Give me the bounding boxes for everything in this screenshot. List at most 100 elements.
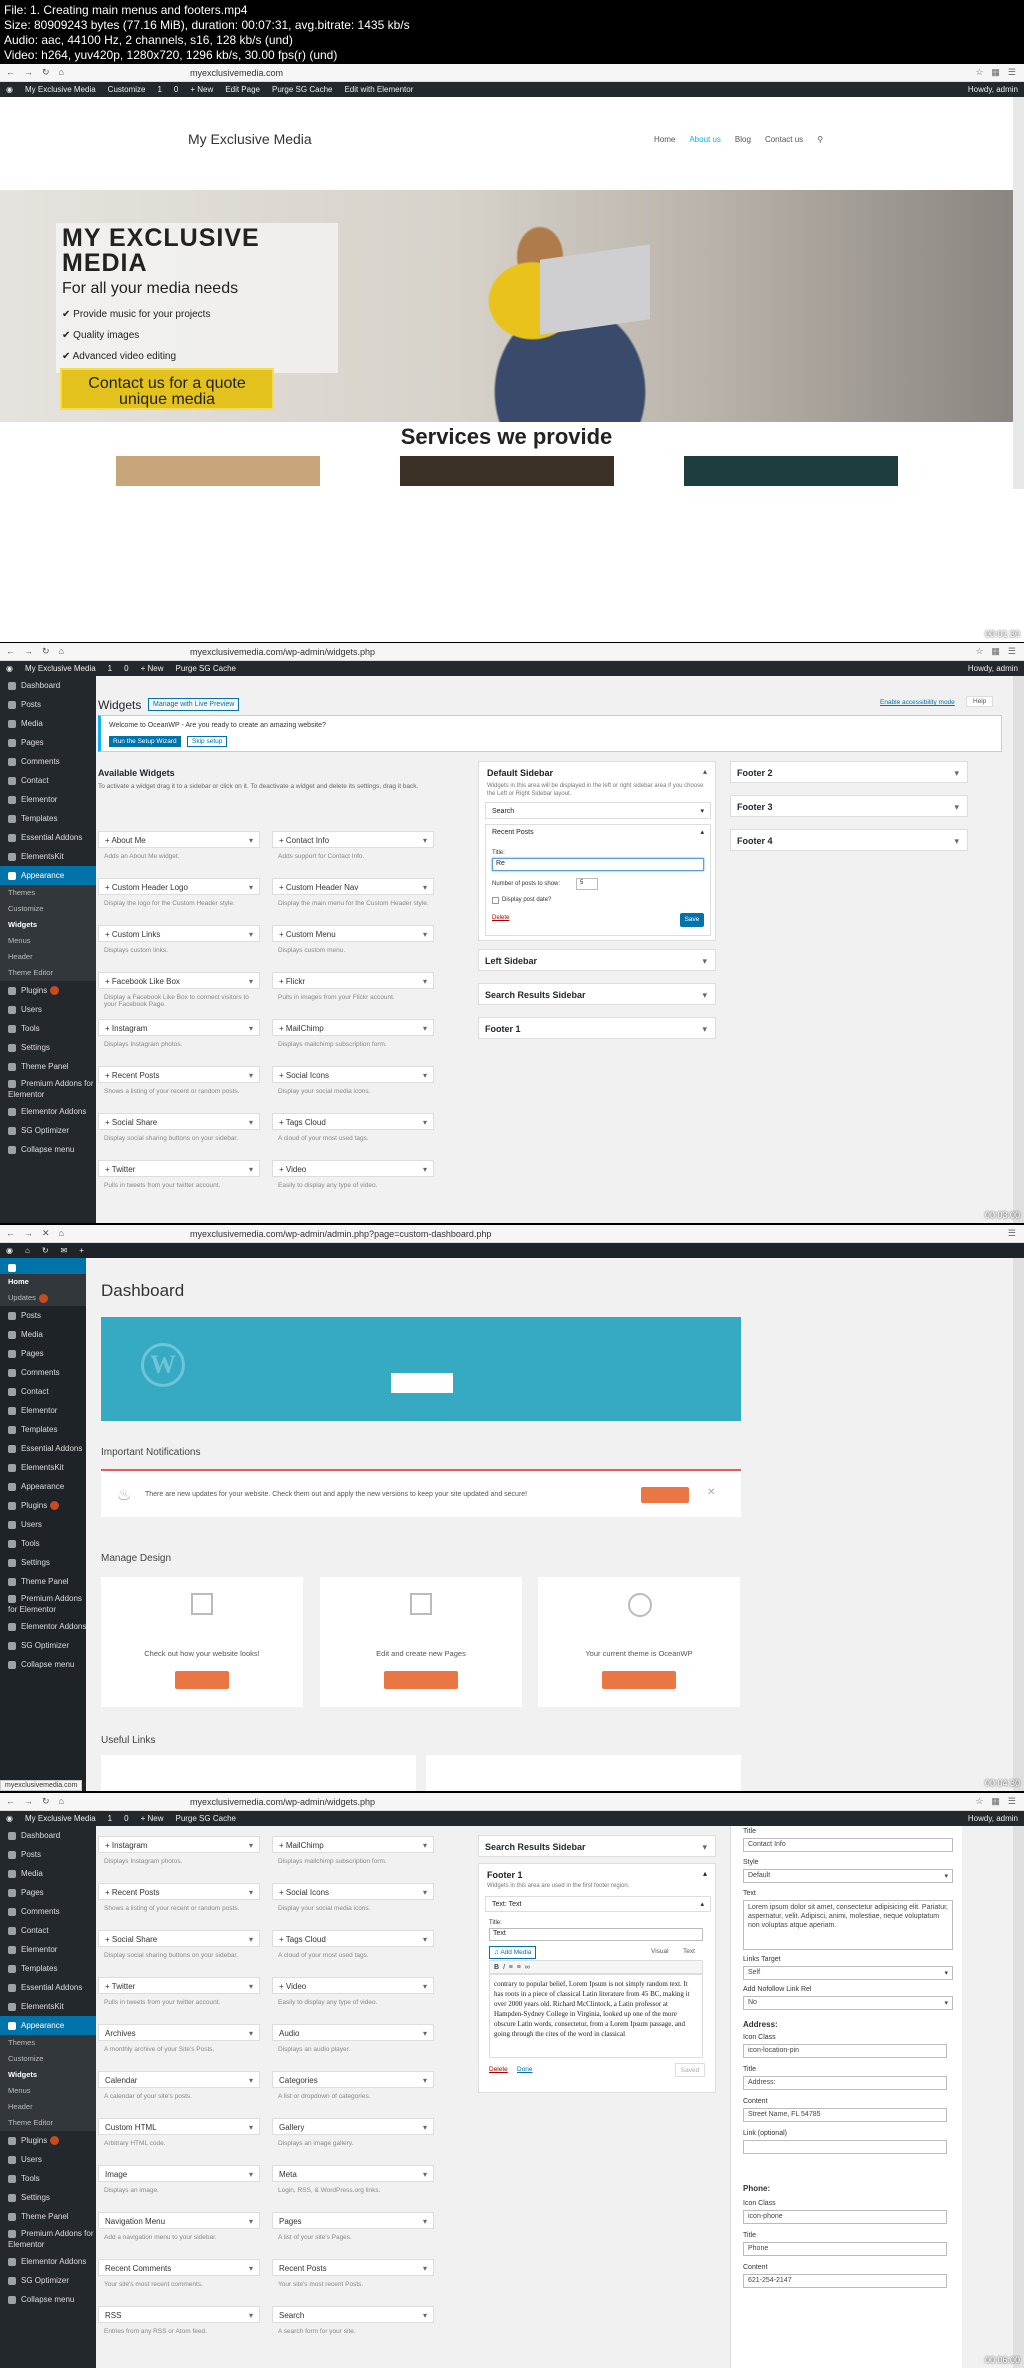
widget-item[interactable]: Recent Posts (272, 2259, 434, 2277)
url-bar[interactable]: myexclusivemedia.com (190, 68, 283, 78)
sidebar-item-theme-panel[interactable]: Theme Panel (0, 1057, 96, 1076)
left-sidebar-box[interactable]: Left Sidebar (478, 949, 716, 972)
sidebar-item-comments[interactable]: Comments (0, 1902, 96, 1921)
link-icon[interactable]: ∞ (525, 1964, 530, 1971)
adminbar-item[interactable]: 1 (157, 85, 161, 94)
sidebar-item-plugins[interactable]: Plugins (0, 1496, 86, 1515)
submenu-theme-editor[interactable]: Theme Editor (0, 965, 96, 981)
title-input[interactable]: Contact Info (743, 1838, 953, 1852)
sidebar-item-tools[interactable]: Tools (0, 2169, 96, 2188)
howdy-user[interactable]: Howdy, admin (968, 85, 1018, 94)
adminbar-item[interactable]: My Exclusive Media (25, 85, 96, 94)
date-checkbox[interactable] (492, 897, 499, 904)
sidebar-item-dashboard[interactable]: Dashboard (0, 676, 96, 695)
widget-item[interactable]: Navigation Menu (98, 2212, 260, 2230)
widget-item[interactable]: Gallery (272, 2118, 434, 2136)
save-button[interactable]: Save (680, 913, 704, 927)
adminbar-item[interactable]: Edit with Elementor (344, 85, 413, 94)
widget-item[interactable]: Audio (272, 2024, 434, 2042)
sidebar-item-posts[interactable]: Posts (0, 1306, 86, 1325)
widget-item[interactable]: Categories (272, 2071, 434, 2089)
back-icon[interactable]: ← (6, 646, 15, 657)
search-results-sidebar-box[interactable]: Search Results Sidebar (478, 1835, 716, 1858)
footer1-title[interactable]: Footer 1 (487, 1870, 523, 1880)
skip-setup-button[interactable]: Skip setup (187, 736, 228, 747)
hero-cta-button[interactable]: Contact us for a quote unique media (60, 368, 274, 410)
stop-icon[interactable]: ✕ (42, 1228, 50, 1239)
widget-item[interactable]: + Contact Info (272, 831, 434, 849)
home-icon[interactable]: ⌂ (25, 1246, 30, 1255)
sidebar-item-users[interactable]: Users (0, 1515, 86, 1534)
widget-search[interactable]: Search ▾ (485, 802, 711, 819)
adminbar-item[interactable]: 0 (174, 85, 178, 94)
manage-live-preview-button[interactable]: Manage with Live Preview (148, 698, 240, 711)
sidebar-item-essential-addons[interactable]: Essential Addons (0, 1439, 86, 1458)
widget-item[interactable]: Calendar (98, 2071, 260, 2089)
address-link-input[interactable] (743, 2140, 947, 2154)
submenu-header[interactable]: Header (0, 949, 96, 965)
adminbar-item[interactable]: 1 (108, 1814, 112, 1823)
widget-item[interactable]: + Custom Header Logo (98, 878, 260, 896)
scrollbar[interactable] (1013, 676, 1024, 1223)
sidebar-item-plugins[interactable]: Plugins (0, 2131, 96, 2150)
widget-item[interactable]: + Custom Links (98, 925, 260, 943)
wp-logo-icon[interactable]: ◉ (6, 1246, 13, 1255)
widget-item[interactable]: Recent Comments (98, 2259, 260, 2277)
home-icon[interactable]: ⌂ (59, 646, 64, 657)
widget-item[interactable]: Pages (272, 2212, 434, 2230)
adminbar-item[interactable]: Purge SG Cache (175, 664, 235, 673)
adminbar-item[interactable]: 0 (124, 664, 128, 673)
adminbar-item[interactable]: Customize (108, 85, 146, 94)
address-content-input[interactable]: Street Name, FL 54785 (743, 2108, 947, 2122)
sidebar-item-contact[interactable]: Contact (0, 1382, 86, 1401)
sidebar-item-essential-addons[interactable]: Essential Addons (0, 1978, 96, 1997)
address-title-input[interactable]: Address: (743, 2076, 947, 2090)
search-results-sidebar-box[interactable]: Search Results Sidebar (478, 983, 716, 1006)
widget-item[interactable]: + MailChimp (272, 1836, 434, 1854)
sidebar-item-posts[interactable]: Posts (0, 1845, 96, 1864)
address-icon-input[interactable]: icon-location-pin (743, 2044, 947, 2058)
text-textarea[interactable]: Lorem ipsum dolor sit amet, consectetur … (743, 1900, 953, 1950)
submenu-header[interactable]: Header (0, 2099, 96, 2115)
sidebar-item-sg-optimizer[interactable]: SG Optimizer (0, 2271, 96, 2290)
widget-item[interactable]: + MailChimp (272, 1019, 434, 1037)
widget-item[interactable]: Archives (98, 2024, 260, 2042)
widget-item[interactable]: + Recent Posts (98, 1066, 260, 1084)
howdy-user[interactable]: Howdy, admin (968, 664, 1018, 673)
title-input[interactable]: Re (492, 858, 704, 871)
collapse-menu[interactable]: Collapse menu (0, 1655, 86, 1674)
howdy-user[interactable]: Howdy, admin (968, 1814, 1018, 1823)
submenu-menus[interactable]: Menus (0, 933, 96, 949)
forward-icon[interactable]: → (24, 1228, 33, 1239)
scrollbar[interactable] (1013, 97, 1024, 489)
bookmark-icon[interactable]: ☆ (975, 646, 983, 657)
widget-item[interactable]: + Custom Menu (272, 925, 434, 943)
links-target-select[interactable]: Self ▾ (743, 1966, 953, 1980)
sidebar-item-tools[interactable]: Tools (0, 1534, 86, 1553)
sidebar-item-media[interactable]: Media (0, 1864, 96, 1883)
menu-icon[interactable]: ☰ (1008, 646, 1016, 657)
widget-item[interactable]: + Instagram (98, 1836, 260, 1854)
submenu-themes[interactable]: Themes (0, 885, 96, 901)
sidebar-item-elementor-addons[interactable]: Elementor Addons (0, 1617, 86, 1636)
sidebar-item-users[interactable]: Users (0, 2150, 96, 2169)
editor-body[interactable]: contrary to popular belief, Lorem Ipsum … (489, 1974, 703, 2058)
text-widget-header[interactable]: Text: Text ▴ (485, 1896, 711, 1912)
sidebar-item-appearance[interactable]: Appearance (0, 866, 96, 885)
sidebar-item-premium-addons[interactable]: Premium Addons for Elementor (0, 1591, 86, 1617)
add-media-button[interactable]: ♫ Add Media (489, 1946, 537, 1959)
sidebar-item-settings[interactable]: Settings (0, 1038, 96, 1057)
sidebar-item-theme-panel[interactable]: Theme Panel (0, 2207, 96, 2226)
sidebar-item-comments[interactable]: Comments (0, 752, 96, 771)
chevron-up-icon[interactable]: ▴ (700, 828, 704, 836)
chevron-up-icon[interactable]: ▴ (703, 1869, 707, 1878)
widget-item[interactable]: + Tags Cloud (272, 1113, 434, 1131)
phone-title-input[interactable]: Phone (743, 2242, 947, 2256)
sidebar-item-contact[interactable]: Contact (0, 1921, 96, 1940)
sidebar-item-elementskit[interactable]: ElementsKit (0, 1997, 96, 2016)
saved-button[interactable]: Saved (675, 2063, 705, 2077)
italic-icon[interactable]: I (503, 1964, 505, 1971)
card-button[interactable] (602, 1671, 676, 1689)
back-icon[interactable]: ← (6, 67, 15, 78)
adminbar-item[interactable]: + New (141, 664, 164, 673)
